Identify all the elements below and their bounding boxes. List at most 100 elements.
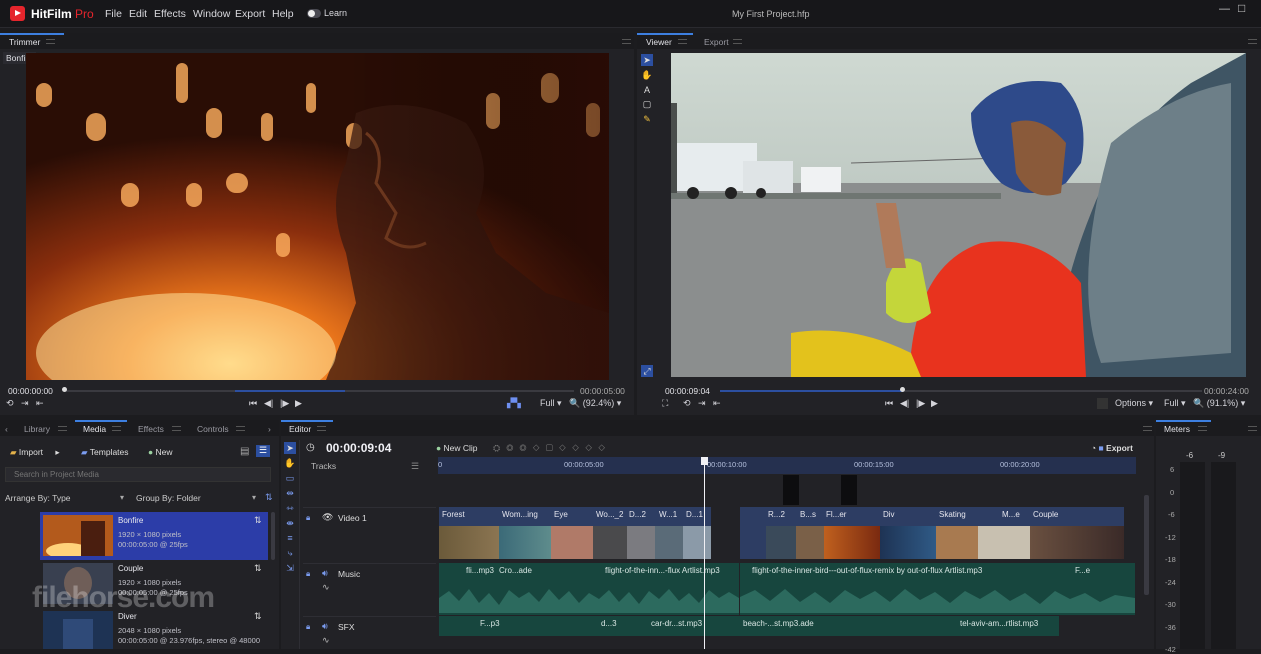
music-clip-group-a[interactable]: fli...mp3 Cro...ade flight-of-the-inn...… — [439, 563, 739, 615]
tab-library[interactable]: Library — [24, 424, 50, 434]
tab-export[interactable]: Export — [704, 37, 729, 47]
insert-icon[interactable]: ⇥ — [698, 398, 706, 409]
list-item[interactable]: Bonfire 1920 × 1080 pixels 00:00:05:00 @… — [40, 512, 268, 560]
waveform-toggle-icon[interactable]: ∿ — [322, 635, 330, 646]
lock-icon[interactable]: 🔒︎ — [306, 513, 310, 523]
tab-editor[interactable]: Editor — [289, 424, 311, 434]
list-view-icon[interactable]: ☰ — [256, 445, 270, 457]
templates-button[interactable]: ▰ Templates — [81, 447, 129, 458]
options-menu[interactable]: Options ▾ — [1115, 398, 1153, 409]
panel-grip-icon[interactable] — [58, 426, 67, 431]
step-back-icon[interactable]: ◀| — [264, 398, 273, 409]
loop-icon[interactable]: ⟲ — [683, 398, 691, 409]
trimmer-quality-select[interactable]: Full ▾ — [540, 398, 562, 409]
panel-grip-icon[interactable] — [172, 426, 181, 431]
tab-controls[interactable]: Controls — [197, 424, 229, 434]
pen-tool-icon[interactable]: ✎ — [641, 113, 653, 125]
sfx-clip-track[interactable]: F...p3 d...3 car-dr...st.mp3 beach-...st… — [439, 616, 1059, 636]
trimmer-scrub-handle[interactable] — [62, 387, 67, 392]
video-clip-group-b[interactable]: R...2 B...s Fl...er Div Skating M...e Co… — [740, 507, 1124, 559]
menu-effects[interactable]: Effects — [154, 8, 186, 20]
text-tool-icon[interactable]: A — [641, 84, 653, 96]
crop-icon[interactable]: ⛶ — [662, 398, 668, 409]
play-icon[interactable]: ▶ — [931, 398, 938, 409]
arrange-by-select[interactable]: Arrange By: Type — [5, 493, 71, 503]
tab-viewer[interactable]: Viewer — [646, 37, 672, 47]
video-clip-group-a[interactable]: Forest Wom...ing Eye Wo..._2 D...2 W...1… — [439, 507, 711, 559]
panel-grip-icon[interactable] — [678, 39, 687, 44]
arrange-dropdown-icon[interactable]: ▾ — [120, 493, 124, 502]
panel-grip-icon[interactable] — [733, 39, 742, 44]
menu-edit[interactable]: Edit — [129, 8, 147, 20]
tab-scroll-right-icon[interactable]: › — [268, 424, 271, 434]
track-header-video-1[interactable]: 🔒︎ 👁︎ Video 1 — [303, 507, 436, 559]
media-scrollbar[interactable] — [271, 512, 275, 560]
speaker-icon[interactable]: 🔊︎ — [322, 568, 328, 579]
timeline-ruler[interactable]: 0 00:00:05:00 00:00:10:00 00:00:15:00 00… — [438, 457, 1136, 474]
editor-scrollbar[interactable] — [1144, 495, 1149, 595]
import-dropdown-icon[interactable]: ▸ — [55, 447, 59, 457]
panel-grip-icon[interactable] — [317, 426, 326, 431]
panel-menu-icon[interactable] — [622, 39, 631, 44]
panel-grip-icon[interactable] — [236, 426, 245, 431]
viewer-quality-select[interactable]: Full ▾ — [1164, 398, 1186, 409]
new-clip-button[interactable]: ● New Clip — [436, 443, 478, 453]
go-to-start-icon[interactable]: ⏮ — [249, 398, 257, 409]
tab-effects[interactable]: Effects — [138, 424, 164, 434]
export-button[interactable]: ◔ ■ Export — [1091, 443, 1133, 453]
menu-help[interactable]: Help — [272, 8, 294, 20]
tab-media[interactable]: Media — [83, 424, 106, 434]
menu-export[interactable]: Export — [235, 8, 265, 20]
media-search-field[interactable] — [5, 467, 271, 482]
viewer-zoom-select[interactable]: 🔍 (91.1%) ▾ — [1193, 398, 1245, 409]
loop-icon[interactable]: ⟲ — [6, 398, 14, 409]
step-forward-icon[interactable]: |▶ — [280, 398, 289, 409]
trimmer-zoom-select[interactable]: 🔍 (92.4%) ▾ — [569, 398, 621, 409]
viewer-scrub-handle[interactable] — [900, 387, 905, 392]
learn-toggle[interactable] — [307, 9, 321, 18]
tab-trimmer[interactable]: Trimmer — [9, 37, 40, 47]
trimmer-video-preview[interactable] — [26, 53, 609, 380]
panel-grip-icon[interactable] — [46, 39, 55, 44]
editor-timecode[interactable]: 00:00:09:04 — [326, 441, 391, 455]
clip-properties-icon[interactable]: ⇅ — [254, 563, 262, 574]
visibility-eye-icon[interactable]: 👁︎ — [322, 512, 333, 523]
snap-tool-icon[interactable]: ⤢ — [641, 365, 653, 377]
overlay-icon[interactable]: ⇤ — [713, 398, 721, 409]
tab-scroll-left-icon[interactable]: ‹ — [5, 424, 8, 434]
insert-icon[interactable]: ⇥ — [21, 398, 29, 409]
panel-menu-icon[interactable] — [1248, 426, 1257, 431]
hand-tool-icon[interactable]: ✋ — [641, 69, 653, 81]
panel-grip-icon[interactable] — [1198, 426, 1207, 431]
mask-tool-icon[interactable]: ▢ — [641, 98, 653, 110]
step-back-icon[interactable]: ◀| — [900, 398, 909, 409]
group-by-select[interactable]: Group By: Folder — [136, 493, 201, 503]
tracks-menu-icon[interactable]: ☰ — [411, 461, 419, 472]
minimize-icon[interactable]: — — [1219, 3, 1230, 15]
panel-menu-icon[interactable] — [1143, 426, 1152, 431]
new-button[interactable]: ● New — [148, 447, 173, 457]
waveform-toggle-icon[interactable]: ∿ — [322, 582, 330, 593]
track-header-music[interactable]: 🔒︎ 🔊︎ Music ∿ — [303, 563, 436, 615]
view-mode-icon[interactable]: ▞▚ — [507, 398, 521, 409]
panel-grip-icon[interactable] — [112, 426, 121, 431]
go-to-start-icon[interactable]: ⏮ — [885, 398, 893, 409]
select-tool-icon[interactable]: ➤ — [641, 54, 653, 66]
clip-properties-icon[interactable]: ⇅ — [254, 515, 262, 526]
menu-window[interactable]: Window — [193, 8, 230, 20]
playhead[interactable] — [704, 457, 705, 649]
group-dropdown-icon[interactable]: ▾ — [252, 493, 256, 502]
grid-view-icon[interactable]: ▤ — [240, 446, 249, 457]
play-icon[interactable]: ▶ — [295, 398, 302, 409]
speaker-icon[interactable]: 🔊︎ — [322, 621, 328, 632]
music-clip-group-b[interactable]: flight-of-the-inner-bird---out-of-flux-r… — [740, 563, 1135, 615]
tab-meters[interactable]: Meters — [1164, 424, 1190, 434]
lock-icon[interactable]: 🔒︎ — [306, 622, 310, 632]
menu-file[interactable]: File — [105, 8, 122, 20]
timeline-toolbar-icons[interactable]: ⛭◎◎◇▢◇◇◇◇ — [493, 443, 611, 454]
overlay-icon[interactable]: ⇤ — [36, 398, 44, 409]
import-button[interactable]: ▰ Import ▸ — [10, 447, 60, 458]
panel-menu-icon[interactable] — [1248, 39, 1257, 44]
step-forward-icon[interactable]: |▶ — [916, 398, 925, 409]
maximize-icon[interactable]: □ — [1238, 1, 1245, 15]
